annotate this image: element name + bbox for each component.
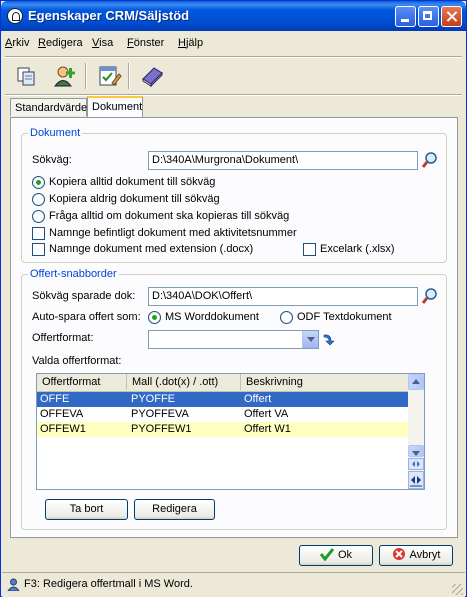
remove-button-label: Ta bort	[69, 503, 104, 515]
cell-description: Offert W1	[244, 423, 291, 435]
checkbox-rename-extension-label: Namnge dokument med extension (.docx)	[49, 243, 254, 255]
radio-ms-word[interactable]	[148, 311, 161, 324]
radio-odf[interactable]	[280, 311, 293, 324]
cell-format: OFFE	[40, 393, 70, 405]
cancel-button[interactable]: Avbryt	[379, 545, 453, 566]
browse-search-icon[interactable]	[421, 151, 439, 169]
document-path-field[interactable]: D:\340A\Murgrona\Dokument\	[148, 151, 418, 170]
add-user-icon[interactable]	[53, 63, 79, 89]
menu-redigera[interactable]: Redigera	[38, 37, 83, 49]
menu-visa[interactable]: Visa	[92, 37, 113, 49]
column-header-template[interactable]: Mall (.dot(x) / .ott)	[127, 374, 241, 390]
book-icon[interactable]	[139, 63, 165, 89]
resize-grip[interactable]	[452, 584, 463, 595]
remove-button[interactable]: Ta bort	[45, 499, 128, 520]
format-label: Offertformat:	[32, 332, 94, 344]
radio-ask-copy[interactable]	[32, 210, 45, 223]
table-row[interactable]: OFFE PYOFFE Offert	[37, 392, 410, 407]
browse-save-path-search-icon[interactable]	[421, 287, 439, 305]
cancel-x-icon	[392, 548, 405, 560]
ok-button[interactable]: Ok	[299, 545, 373, 566]
ok-button-label: Ok	[337, 549, 353, 561]
menu-hjalp[interactable]: Hjälp	[178, 37, 203, 49]
checkbox-rename-extension[interactable]	[32, 243, 45, 256]
cell-template: PYOFFE	[131, 393, 176, 405]
menu-fonster[interactable]: Fönster	[127, 37, 164, 49]
minimize-button[interactable]	[395, 6, 416, 27]
checkbox-excel[interactable]	[303, 243, 316, 256]
offert-format-select[interactable]	[148, 330, 319, 349]
cell-format: OFFEW1	[40, 423, 86, 435]
tab-dokument[interactable]: Dokument	[87, 96, 143, 117]
table-row[interactable]: OFFEW1 PYOFFEW1 Offert W1	[37, 422, 410, 437]
app-icon	[7, 8, 23, 24]
dokument-group-title: Dokument	[28, 127, 83, 139]
offert-group: Offert-snabborder Sökväg sparade dok: D:…	[21, 268, 447, 530]
radio-always-copy[interactable]	[32, 176, 45, 189]
dokument-tab-panel: Dokument Sökväg: D:\340A\Murgrona\Dokume…	[10, 117, 458, 538]
cell-description: Offert VA	[244, 408, 289, 420]
menu-separator	[5, 56, 462, 58]
scroll-arrows-icon[interactable]	[408, 458, 424, 470]
edit-checklist-icon[interactable]	[96, 63, 122, 89]
offert-group-title: Offert-snabborder	[28, 268, 119, 280]
auto-fit-icon[interactable]	[408, 471, 424, 489]
checkmark-icon	[319, 548, 335, 562]
checkbox-excel-label: Excelark (.xlsx)	[320, 243, 395, 255]
title-bar[interactable]: Egenskaper CRM/Säljstöd	[1, 1, 466, 31]
scroll-up-button[interactable]	[408, 374, 424, 390]
chevron-down-icon[interactable]	[302, 331, 318, 348]
table-scrollbar[interactable]	[408, 374, 424, 489]
column-header-description[interactable]: Beskrivning	[241, 374, 410, 390]
radio-never-copy-label: Kopiera aldrig dokument till sökväg	[49, 193, 220, 205]
toolbar-separator	[128, 63, 130, 89]
tab-standardvarde[interactable]: Standardvärde	[10, 98, 87, 116]
dokument-group: Dokument Sökväg: D:\340A\Murgrona\Dokume…	[21, 127, 447, 263]
menu-arkiv[interactable]: Arkiv	[5, 37, 29, 49]
status-bar: F3: Redigera offertmall i MS Word.	[2, 572, 465, 597]
table-row[interactable]: OFFEVA PYOFFEVA Offert VA	[37, 407, 410, 422]
cell-format: OFFEVA	[40, 408, 84, 420]
toolbar-separator	[85, 63, 87, 89]
add-format-arrow-icon[interactable]	[322, 332, 336, 346]
save-path-label: Sökväg sparade dok:	[32, 290, 136, 302]
status-text: F3: Redigera offertmall i MS Word.	[24, 578, 193, 590]
edit-button-label: Redigera	[152, 503, 197, 515]
autosave-label: Auto-spara offert som:	[32, 311, 141, 323]
checkbox-rename-activity-label: Namnge befintligt dokument med aktivitet…	[49, 227, 297, 239]
close-button[interactable]	[441, 6, 462, 27]
checkbox-rename-activity[interactable]	[32, 227, 45, 240]
scroll-down-button[interactable]	[408, 445, 424, 457]
radio-ms-word-label: MS Worddokument	[165, 311, 259, 323]
offert-format-table[interactable]: Offertformat Mall (.dot(x) / .ott) Beskr…	[36, 373, 425, 490]
edit-button[interactable]: Redigera	[134, 499, 215, 520]
properties-window: Egenskaper CRM/Säljstöd Arkiv Redigera V…	[0, 0, 467, 597]
cell-description: Offert	[244, 393, 272, 405]
column-header-format[interactable]: Offertformat	[37, 374, 127, 390]
radio-always-copy-label: Kopiera alltid dokument till sökväg	[49, 176, 216, 188]
radio-never-copy[interactable]	[32, 193, 45, 206]
window-title: Egenskaper CRM/Säljstöd	[28, 8, 190, 23]
save-path-field[interactable]: D:\340A\DOK\Offert\	[148, 287, 418, 306]
maximize-button[interactable]	[418, 6, 439, 27]
copy-icon[interactable]	[14, 63, 40, 89]
cancel-button-label: Avbryt	[409, 549, 441, 561]
cell-template: PYOFFEVA	[131, 408, 189, 420]
cell-template: PYOFFEW1	[131, 423, 192, 435]
selected-formats-label: Valda offertformat:	[32, 355, 122, 367]
user-icon	[7, 578, 20, 592]
toolbar-bottom-separator	[5, 94, 462, 96]
table-header: Offertformat Mall (.dot(x) / .ott) Beskr…	[37, 374, 424, 392]
radio-ask-copy-label: Fråga alltid om dokument ska kopieras ti…	[49, 210, 290, 222]
radio-odf-label: ODF Textdokument	[297, 311, 392, 323]
path-label: Sökväg:	[32, 154, 72, 166]
